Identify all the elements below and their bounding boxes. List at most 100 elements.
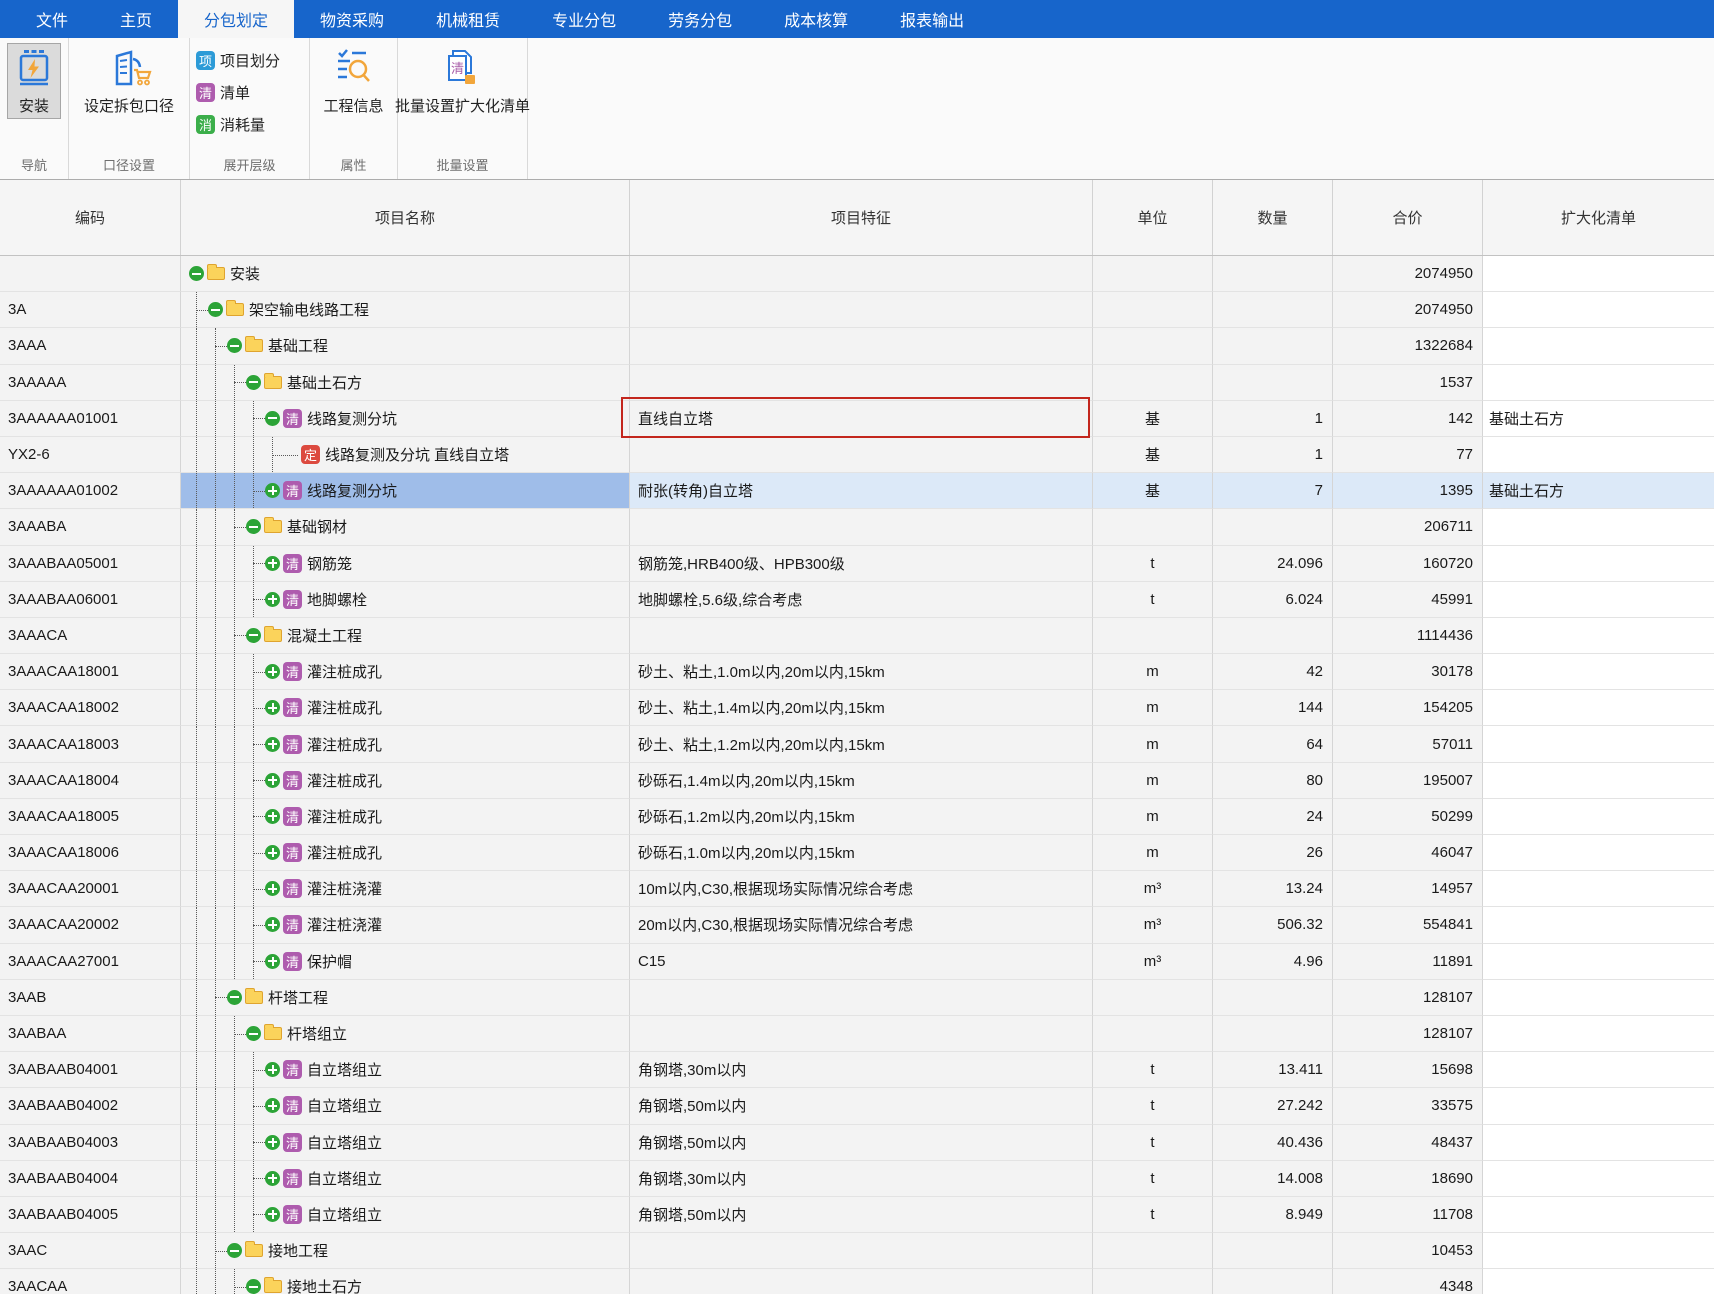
table-row[interactable]: 3AAABA基础钢材206711 xyxy=(0,509,1714,545)
column-header-item-name[interactable]: 项目名称 xyxy=(181,180,630,255)
row-total-price-cell[interactable]: 57011 xyxy=(1333,726,1483,762)
expand-icon[interactable] xyxy=(265,809,280,824)
row-expanded-list-cell[interactable] xyxy=(1483,1125,1714,1161)
row-code-cell[interactable]: 3AAB xyxy=(0,980,181,1016)
row-feature-cell[interactable]: 耐张(转角)自立塔 xyxy=(630,473,1093,509)
row-name-cell[interactable]: 混凝土工程 xyxy=(181,618,630,654)
tab-cost-accounting[interactable]: 成本核算 xyxy=(758,0,874,38)
row-name-cell[interactable]: 清灌注桩成孔 xyxy=(181,763,630,799)
row-expanded-list-cell[interactable] xyxy=(1483,907,1714,943)
row-name-cell[interactable]: 清保护帽 xyxy=(181,944,630,980)
row-feature-cell[interactable]: 砂土、粘土,1.2m以内,20m以内,15km xyxy=(630,726,1093,762)
row-code-cell[interactable]: 3AAACAA27001 xyxy=(0,944,181,980)
row-code-cell[interactable]: 3AAACAA18005 xyxy=(0,799,181,835)
row-quantity-cell[interactable] xyxy=(1213,618,1333,654)
row-expanded-list-cell[interactable] xyxy=(1483,654,1714,690)
row-expanded-list-cell[interactable] xyxy=(1483,1197,1714,1233)
row-quantity-cell[interactable]: 26 xyxy=(1213,835,1333,871)
table-row[interactable]: 3AAACAA18004清灌注桩成孔砂砾石,1.4m以内,20m以内,15kmm… xyxy=(0,763,1714,799)
collapse-icon[interactable] xyxy=(227,990,242,1005)
row-total-price-cell[interactable]: 33575 xyxy=(1333,1088,1483,1124)
row-quantity-cell[interactable]: 14.008 xyxy=(1213,1161,1333,1197)
row-code-cell[interactable]: YX2-6 xyxy=(0,437,181,473)
table-row[interactable]: 3AAACAA18003清灌注桩成孔砂土、粘土,1.2m以内,20m以内,15k… xyxy=(0,726,1714,762)
expand-icon[interactable] xyxy=(265,483,280,498)
table-row[interactable]: 3AAAAA基础土石方1537 xyxy=(0,365,1714,401)
row-quantity-cell[interactable] xyxy=(1213,292,1333,328)
row-unit-cell[interactable]: m xyxy=(1093,799,1213,835)
row-total-price-cell[interactable]: 1395 xyxy=(1333,473,1483,509)
table-row[interactable]: 3AAACAA27001清保护帽C15m³4.9611891 xyxy=(0,944,1714,980)
consumption-button[interactable]: 消 消耗量 xyxy=(190,108,271,140)
table-row[interactable]: 3AAAAAA01001清线路复测分坑直线自立塔基1142基础土石方 xyxy=(0,401,1714,437)
row-unit-cell[interactable]: t xyxy=(1093,1125,1213,1161)
row-total-price-cell[interactable]: 154205 xyxy=(1333,690,1483,726)
row-total-price-cell[interactable]: 77 xyxy=(1333,437,1483,473)
row-unit-cell[interactable]: t xyxy=(1093,546,1213,582)
row-unit-cell[interactable]: t xyxy=(1093,1052,1213,1088)
row-name-cell[interactable]: 清地脚螺栓 xyxy=(181,582,630,618)
row-unit-cell[interactable]: 基 xyxy=(1093,437,1213,473)
collapse-icon[interactable] xyxy=(208,302,223,317)
table-row[interactable]: 3AAACAA18005清灌注桩成孔砂砾石,1.2m以内,20m以内,15kmm… xyxy=(0,799,1714,835)
row-expanded-list-cell[interactable]: 基础土石方 xyxy=(1483,401,1714,437)
table-row[interactable]: 3AAAAAA01002清线路复测分坑耐张(转角)自立塔基71395基础土石方 xyxy=(0,473,1714,509)
set-unpack-caliber-button[interactable]: 设定拆包口径 xyxy=(77,43,181,119)
row-total-price-cell[interactable]: 142 xyxy=(1333,401,1483,437)
row-expanded-list-cell[interactable]: 基础土石方 xyxy=(1483,473,1714,509)
tab-professional-subcontract[interactable]: 专业分包 xyxy=(526,0,642,38)
row-unit-cell[interactable]: m xyxy=(1093,835,1213,871)
row-feature-cell[interactable]: 角钢塔,30m以内 xyxy=(630,1161,1093,1197)
row-total-price-cell[interactable]: 18690 xyxy=(1333,1161,1483,1197)
row-total-price-cell[interactable]: 14957 xyxy=(1333,871,1483,907)
row-quantity-cell[interactable] xyxy=(1213,509,1333,545)
row-quantity-cell[interactable]: 6.024 xyxy=(1213,582,1333,618)
row-feature-cell[interactable]: 角钢塔,50m以内 xyxy=(630,1197,1093,1233)
row-name-cell[interactable]: 定线路复测及分坑 直线自立塔 xyxy=(181,437,630,473)
row-name-cell[interactable]: 清灌注桩成孔 xyxy=(181,799,630,835)
row-code-cell[interactable]: 3AAACAA18004 xyxy=(0,763,181,799)
row-total-price-cell[interactable]: 554841 xyxy=(1333,907,1483,943)
row-unit-cell[interactable]: t xyxy=(1093,1197,1213,1233)
row-quantity-cell[interactable]: 4.96 xyxy=(1213,944,1333,980)
row-quantity-cell[interactable]: 506.32 xyxy=(1213,907,1333,943)
row-expanded-list-cell[interactable] xyxy=(1483,980,1714,1016)
table-row[interactable]: 3AAB杆塔工程128107 xyxy=(0,980,1714,1016)
row-unit-cell[interactable]: m xyxy=(1093,726,1213,762)
row-unit-cell[interactable]: t xyxy=(1093,1161,1213,1197)
row-unit-cell[interactable]: m xyxy=(1093,654,1213,690)
row-total-price-cell[interactable]: 50299 xyxy=(1333,799,1483,835)
row-code-cell[interactable]: 3AAACAA20002 xyxy=(0,907,181,943)
column-header-expanded-list[interactable]: 扩大化清单 xyxy=(1483,180,1714,255)
tab-machine-rental[interactable]: 机械租赁 xyxy=(410,0,526,38)
row-code-cell[interactable]: 3AAAAAA01001 xyxy=(0,401,181,437)
row-feature-cell[interactable] xyxy=(630,509,1093,545)
collapse-icon[interactable] xyxy=(246,375,261,390)
column-header-total-price[interactable]: 合价 xyxy=(1333,180,1483,255)
collapse-icon[interactable] xyxy=(246,628,261,643)
row-feature-cell[interactable]: 地脚螺栓,5.6级,综合考虑 xyxy=(630,582,1093,618)
expand-icon[interactable] xyxy=(265,1062,280,1077)
expand-icon[interactable] xyxy=(265,1135,280,1150)
table-row[interactable]: 安装2074950 xyxy=(0,256,1714,292)
row-name-cell[interactable]: 清灌注桩成孔 xyxy=(181,690,630,726)
table-row[interactable]: 3AAACA混凝土工程1114436 xyxy=(0,618,1714,654)
row-total-price-cell[interactable]: 45991 xyxy=(1333,582,1483,618)
row-feature-cell[interactable]: 10m以内,C30,根据现场实际情况综合考虑 xyxy=(630,871,1093,907)
project-division-button[interactable]: 项 项目划分 xyxy=(190,44,286,76)
row-unit-cell[interactable] xyxy=(1093,1016,1213,1052)
column-header-unit[interactable]: 单位 xyxy=(1093,180,1213,255)
row-total-price-cell[interactable]: 11891 xyxy=(1333,944,1483,980)
expand-icon[interactable] xyxy=(265,700,280,715)
row-unit-cell[interactable] xyxy=(1093,980,1213,1016)
row-name-cell[interactable]: 安装 xyxy=(181,256,630,292)
row-feature-cell[interactable] xyxy=(630,437,1093,473)
row-total-price-cell[interactable]: 10453 xyxy=(1333,1233,1483,1269)
row-name-cell[interactable]: 清自立塔组立 xyxy=(181,1088,630,1124)
expand-icon[interactable] xyxy=(265,917,280,932)
row-name-cell[interactable]: 清灌注桩浇灌 xyxy=(181,907,630,943)
row-code-cell[interactable]: 3AAACAA18006 xyxy=(0,835,181,871)
expand-icon[interactable] xyxy=(265,954,280,969)
row-feature-cell[interactable]: 砂砾石,1.4m以内,20m以内,15km xyxy=(630,763,1093,799)
row-quantity-cell[interactable]: 24.096 xyxy=(1213,546,1333,582)
